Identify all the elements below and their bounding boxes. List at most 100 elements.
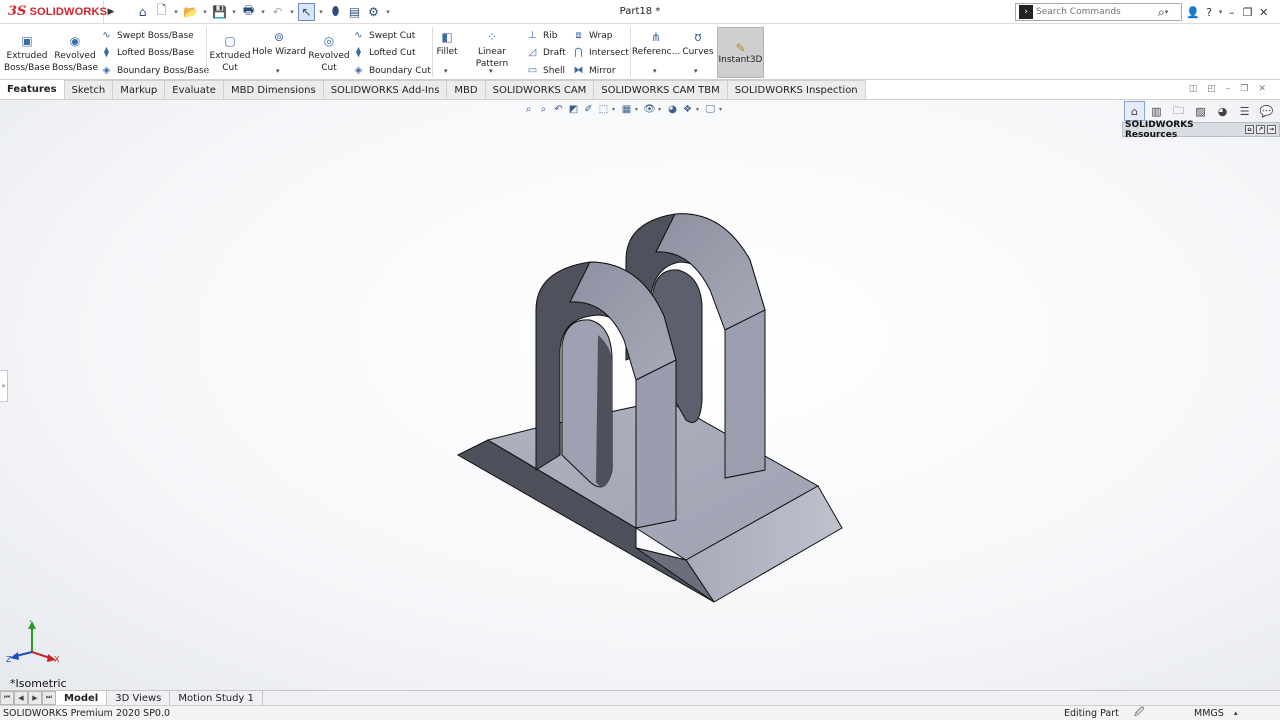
- tab-model[interactable]: Model: [56, 690, 108, 706]
- revolved-cut-button[interactable]: ◎ Revolved Cut: [307, 33, 351, 74]
- task-pane-pin-icon[interactable]: ↗: [1256, 125, 1265, 134]
- linear-pattern-button[interactable]: ⁘ Linear Pattern: [462, 29, 522, 70]
- part-model[interactable]: [0, 100, 1280, 690]
- minimize-icon[interactable]: –: [1225, 3, 1238, 21]
- edit-appearance-icon[interactable]: ◕: [666, 102, 679, 117]
- restore-icon[interactable]: ❐: [1241, 3, 1254, 21]
- view-palette-icon[interactable]: ▨: [1190, 101, 1211, 121]
- display-style-icon[interactable]: ▦: [620, 102, 633, 117]
- swept-cut-button[interactable]: ∿ Swept Cut: [352, 27, 415, 44]
- curves-button[interactable]: ʊ Curves: [681, 29, 715, 58]
- doc-cascade-icon[interactable]: ◰: [1207, 84, 1216, 94]
- shell-button[interactable]: ▭ Shell: [526, 62, 565, 79]
- previous-tab-icon[interactable]: ◀: [14, 690, 28, 705]
- doc-restore-icon[interactable]: ❐: [1240, 84, 1248, 94]
- undo-dropdown-icon[interactable]: ▾: [288, 8, 296, 16]
- apply-scene-icon[interactable]: ❖: [681, 102, 694, 117]
- view-settings-dropdown-icon[interactable]: ▾: [719, 106, 725, 113]
- display-style-dropdown-icon[interactable]: ▾: [635, 106, 641, 113]
- quick-tips-icon[interactable]: 🖉: [1134, 705, 1194, 720]
- lofted-boss-button[interactable]: ⧫ Lofted Boss/Base: [100, 44, 194, 61]
- doc-minimize-icon[interactable]: –: [1226, 84, 1231, 94]
- home-icon[interactable]: ⌂: [134, 3, 151, 21]
- extruded-boss-button[interactable]: ▣ Extruded Boss/Base: [4, 33, 50, 74]
- solidworks-resources-home-icon[interactable]: ⌂: [1124, 101, 1145, 121]
- open-folder-icon[interactable]: 📂: [182, 3, 199, 21]
- revolved-boss-button[interactable]: ◉ Revolved Boss/Base: [52, 33, 98, 74]
- tab-markup[interactable]: Markup: [113, 80, 166, 99]
- search-input[interactable]: [1036, 7, 1156, 17]
- linear-pattern-dropdown-icon[interactable]: ▾: [489, 67, 493, 75]
- tab-solidworks-cam[interactable]: SOLIDWORKS CAM: [485, 80, 595, 99]
- rear-lug-side-face[interactable]: [724, 309, 766, 479]
- boundary-cut-button[interactable]: ◈ Boundary Cut: [352, 62, 431, 79]
- help-dropdown-icon[interactable]: ▾: [1219, 8, 1223, 16]
- mirror-button[interactable]: ⧓ Mirror: [572, 62, 616, 79]
- view-settings-icon[interactable]: 🖵: [704, 102, 717, 117]
- help-icon[interactable]: ?: [1203, 3, 1216, 21]
- intersect-button[interactable]: ⋂ Intersect: [572, 44, 628, 61]
- solidworks-logo[interactable]: 3S SOLIDWORKS: [0, 0, 107, 24]
- doc-close-icon[interactable]: ✕: [1258, 84, 1266, 94]
- view-orientation-dropdown-icon[interactable]: ▾: [612, 106, 618, 113]
- tab-solidworks-add-ins[interactable]: SOLIDWORKS Add-Ins: [323, 80, 448, 99]
- reference-dropdown-icon[interactable]: ▾: [653, 67, 657, 75]
- search-dropdown-icon[interactable]: ▾: [1165, 8, 1169, 16]
- extruded-cut-button[interactable]: ▢ Extruded Cut: [208, 33, 252, 74]
- graphics-area[interactable]: ⌕ ⌕ ↶ ◩ ✐ ⬚ ▾ ▦ ▾ 👁 ▾ ◕ ❖ ▾ 🖵 ▾ » ⌂ ▥ 🗀 …: [0, 100, 1280, 690]
- hide-show-items-icon[interactable]: 👁: [643, 102, 656, 117]
- options-dropdown-icon[interactable]: ▾: [384, 8, 392, 16]
- task-pane-forward-icon[interactable]: →: [1267, 125, 1276, 134]
- menu-expand-arrow-icon[interactable]: ▶: [104, 0, 118, 24]
- forum-icon[interactable]: 💬: [1256, 101, 1277, 121]
- print-icon[interactable]: 🖶: [240, 3, 257, 21]
- file-explorer-icon[interactable]: 🗀: [1168, 101, 1189, 121]
- tab-mbd-dimensions[interactable]: MBD Dimensions: [223, 80, 324, 99]
- front-lug-side-face[interactable]: [635, 359, 677, 529]
- reference-geometry-button[interactable]: ⋔ Referenc...: [632, 29, 680, 58]
- search-commands-box[interactable]: › ⌕ ▾: [1015, 3, 1182, 21]
- fillet-dropdown-icon[interactable]: ▾: [444, 67, 448, 75]
- rebuild-traffic-light-icon[interactable]: ⬮: [327, 3, 344, 21]
- close-icon[interactable]: ✕: [1257, 3, 1270, 21]
- dynamic-annotation-icon[interactable]: ✐: [582, 102, 595, 117]
- boundary-boss-button[interactable]: ◈ Boundary Boss/Base: [100, 62, 210, 79]
- undo-icon[interactable]: ↶: [269, 3, 286, 21]
- last-tab-icon[interactable]: ⏭: [42, 690, 56, 705]
- unit-system-dropdown-icon[interactable]: ▴: [1234, 709, 1238, 717]
- next-tab-icon[interactable]: ▶: [28, 690, 42, 705]
- tab-features[interactable]: Features: [0, 80, 65, 99]
- new-dropdown-icon[interactable]: ▾: [172, 8, 180, 16]
- tab-motion-study-1[interactable]: Motion Study 1: [170, 690, 263, 706]
- custom-properties-icon[interactable]: ☰: [1234, 101, 1255, 121]
- lofted-cut-button[interactable]: ⧫ Lofted Cut: [352, 44, 416, 61]
- wrap-button[interactable]: ⧈ Wrap: [572, 27, 612, 44]
- hide-show-dropdown-icon[interactable]: ▾: [658, 106, 664, 113]
- curves-dropdown-icon[interactable]: ▾: [694, 67, 698, 75]
- open-dropdown-icon[interactable]: ▾: [201, 8, 209, 16]
- instant3d-button[interactable]: ✎ Instant3D: [717, 27, 764, 78]
- previous-view-icon[interactable]: ↶: [552, 102, 565, 117]
- hole-wizard-dropdown-icon[interactable]: ▾: [276, 67, 280, 75]
- options-gear-icon[interactable]: ⚙: [365, 3, 382, 21]
- new-document-icon[interactable]: 🗋: [153, 3, 170, 21]
- design-library-icon[interactable]: ▥: [1146, 101, 1167, 121]
- task-pane-home-icon[interactable]: ⌂: [1245, 125, 1254, 134]
- fillet-button[interactable]: ◧ Fillet: [434, 29, 460, 58]
- appearances-icon[interactable]: ◕: [1212, 101, 1233, 121]
- feature-manager-expand-handle[interactable]: »: [0, 370, 8, 402]
- save-icon[interactable]: 💾: [211, 3, 228, 21]
- unit-system[interactable]: MMGS: [1194, 708, 1234, 719]
- select-dropdown-icon[interactable]: ▾: [317, 8, 325, 16]
- zoom-to-fit-icon[interactable]: ⌕: [522, 102, 535, 117]
- save-dropdown-icon[interactable]: ▾: [230, 8, 238, 16]
- view-orientation-icon[interactable]: ⬚: [597, 102, 610, 117]
- select-pointer-icon[interactable]: ↖: [298, 2, 315, 21]
- apply-scene-dropdown-icon[interactable]: ▾: [696, 106, 702, 113]
- draft-button[interactable]: ◿ Draft: [526, 44, 566, 61]
- print-dropdown-icon[interactable]: ▾: [259, 8, 267, 16]
- tab-solidworks-cam-tbm[interactable]: SOLIDWORKS CAM TBM: [594, 80, 728, 99]
- hole-wizard-button[interactable]: ⊚ Hole Wizard: [252, 29, 306, 58]
- user-icon[interactable]: 👤: [1186, 3, 1200, 21]
- tab-sketch[interactable]: Sketch: [64, 80, 114, 99]
